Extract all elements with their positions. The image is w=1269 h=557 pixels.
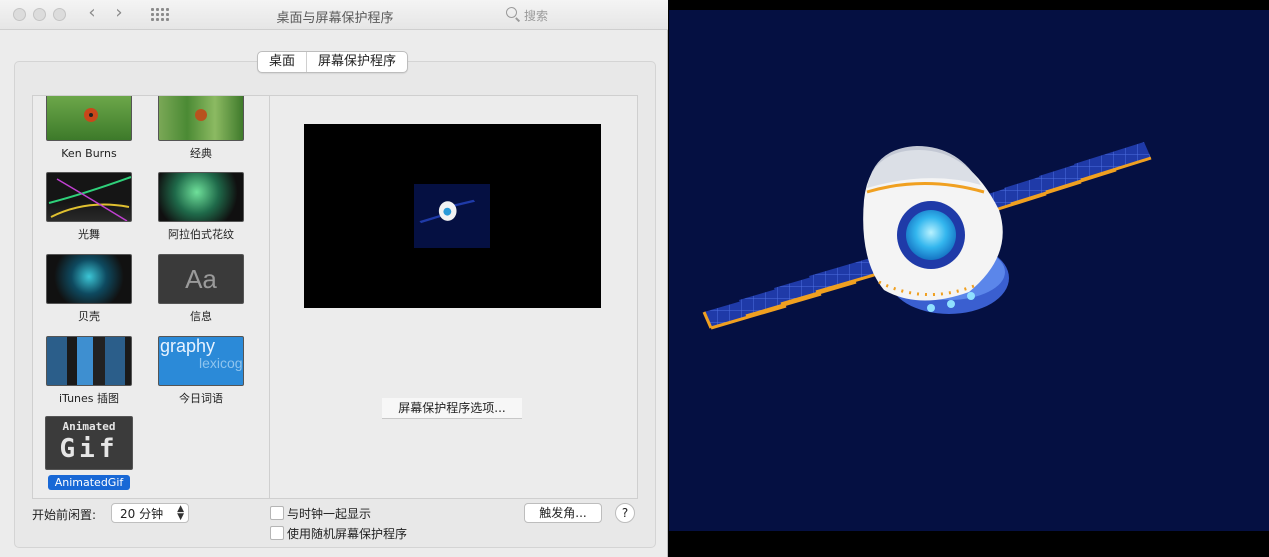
satellite-illustration bbox=[702, 142, 1152, 330]
screensaver-item[interactable]: 阿拉伯式花纹 bbox=[145, 172, 257, 242]
screensaver-item[interactable]: iTunes 插图 bbox=[33, 336, 145, 406]
minimize-window-button[interactable] bbox=[33, 8, 46, 21]
screensaver-item[interactable]: Aa 信息 bbox=[145, 254, 257, 324]
search-field[interactable]: 搜索 bbox=[500, 5, 650, 23]
screensaver-item[interactable]: Ken Burns bbox=[33, 96, 145, 161]
screensaver-label: iTunes 插图 bbox=[58, 392, 120, 405]
shell-thumb-icon bbox=[46, 254, 132, 304]
random-screensaver-checkbox[interactable] bbox=[270, 526, 284, 540]
screensaver-label: 阿拉伯式花纹 bbox=[168, 228, 234, 241]
message-thumb-icon: Aa bbox=[158, 254, 244, 304]
animated-gif-preview bbox=[669, 10, 1269, 531]
idle-time-select[interactable]: 20 分钟 ▲ ▼ bbox=[111, 503, 189, 523]
idle-time-value: 20 分钟 bbox=[120, 507, 164, 521]
screensaver-label: 今日词语 bbox=[179, 392, 223, 405]
show-clock-checkbox[interactable] bbox=[270, 506, 284, 520]
updown-chevron-icon: ▲ ▼ bbox=[177, 504, 184, 522]
window-title: 桌面与屏幕保护程序 bbox=[276, 11, 394, 26]
zoom-window-button[interactable] bbox=[53, 8, 66, 21]
word-of-day-thumb-icon: graphy lexicog bbox=[158, 336, 244, 386]
title-bar: ‹ › 桌面与屏幕保护程序 搜索 bbox=[0, 0, 668, 30]
screensaver-label: AnimatedGif bbox=[47, 475, 131, 490]
hot-corners-button[interactable]: 触发角... bbox=[524, 503, 602, 523]
random-screensaver-label: 使用随机屏幕保护程序 bbox=[287, 527, 408, 541]
preview-area: 屏幕保护程序选项... bbox=[270, 96, 637, 498]
screensaver-label: Ken Burns bbox=[61, 147, 117, 160]
flurry-thumb-icon bbox=[46, 172, 132, 222]
search-icon bbox=[506, 7, 517, 18]
screensaver-label: 贝壳 bbox=[78, 310, 100, 323]
help-button[interactable]: ? bbox=[615, 503, 635, 523]
left-solar-panel bbox=[702, 254, 892, 330]
forward-icon[interactable]: › bbox=[108, 4, 130, 24]
close-window-button[interactable] bbox=[13, 8, 26, 21]
tab-screensaver[interactable]: 屏幕保护程序 bbox=[306, 52, 407, 72]
preferences-window: ‹ › 桌面与屏幕保护程序 搜索 桌面 屏幕保护程序 Ken Burns 经典 … bbox=[0, 0, 668, 557]
preview-screen bbox=[304, 124, 601, 308]
back-icon[interactable]: ‹ bbox=[81, 4, 103, 24]
screensaver-options-button[interactable]: 屏幕保护程序选项... bbox=[382, 398, 522, 419]
satellite-body bbox=[863, 146, 1009, 314]
screensaver-item-selected[interactable]: Animated Gif AnimatedGif bbox=[33, 416, 145, 490]
ladybug-thumb-icon bbox=[46, 96, 132, 141]
show-all-grid-icon[interactable] bbox=[151, 8, 169, 21]
screensaver-item[interactable]: 光舞 bbox=[33, 172, 145, 242]
animated-gif-thumb-icon: Animated Gif bbox=[45, 416, 133, 470]
screensaver-item[interactable]: graphy lexicog 今日词语 bbox=[145, 336, 257, 406]
ladybug-grass-thumb-icon bbox=[158, 96, 244, 141]
search-placeholder: 搜索 bbox=[524, 9, 549, 23]
arabesque-thumb-icon bbox=[158, 172, 244, 222]
show-clock-label: 与时钟一起显示 bbox=[287, 507, 372, 521]
screensaver-content: Ken Burns 经典 光舞 阿拉伯式花纹 贝壳 Aa 信息 iTunes 插… bbox=[32, 95, 638, 499]
screensaver-label: 经典 bbox=[190, 147, 212, 160]
tab-segmented-control: 桌面 屏幕保护程序 bbox=[257, 51, 409, 73]
screensaver-list[interactable]: Ken Burns 经典 光舞 阿拉伯式花纹 贝壳 Aa 信息 iTunes 插… bbox=[33, 96, 270, 498]
idle-time-label: 开始前闲置: bbox=[32, 508, 97, 522]
preview-satellite bbox=[414, 184, 490, 248]
screensaver-item[interactable]: 贝壳 bbox=[33, 254, 145, 324]
screensaver-label: 信息 bbox=[190, 310, 212, 323]
tab-desktop[interactable]: 桌面 bbox=[258, 52, 306, 72]
itunes-artwork-thumb-icon bbox=[46, 336, 132, 386]
screensaver-item[interactable]: 经典 bbox=[145, 96, 257, 161]
screensaver-label: 光舞 bbox=[78, 228, 100, 241]
